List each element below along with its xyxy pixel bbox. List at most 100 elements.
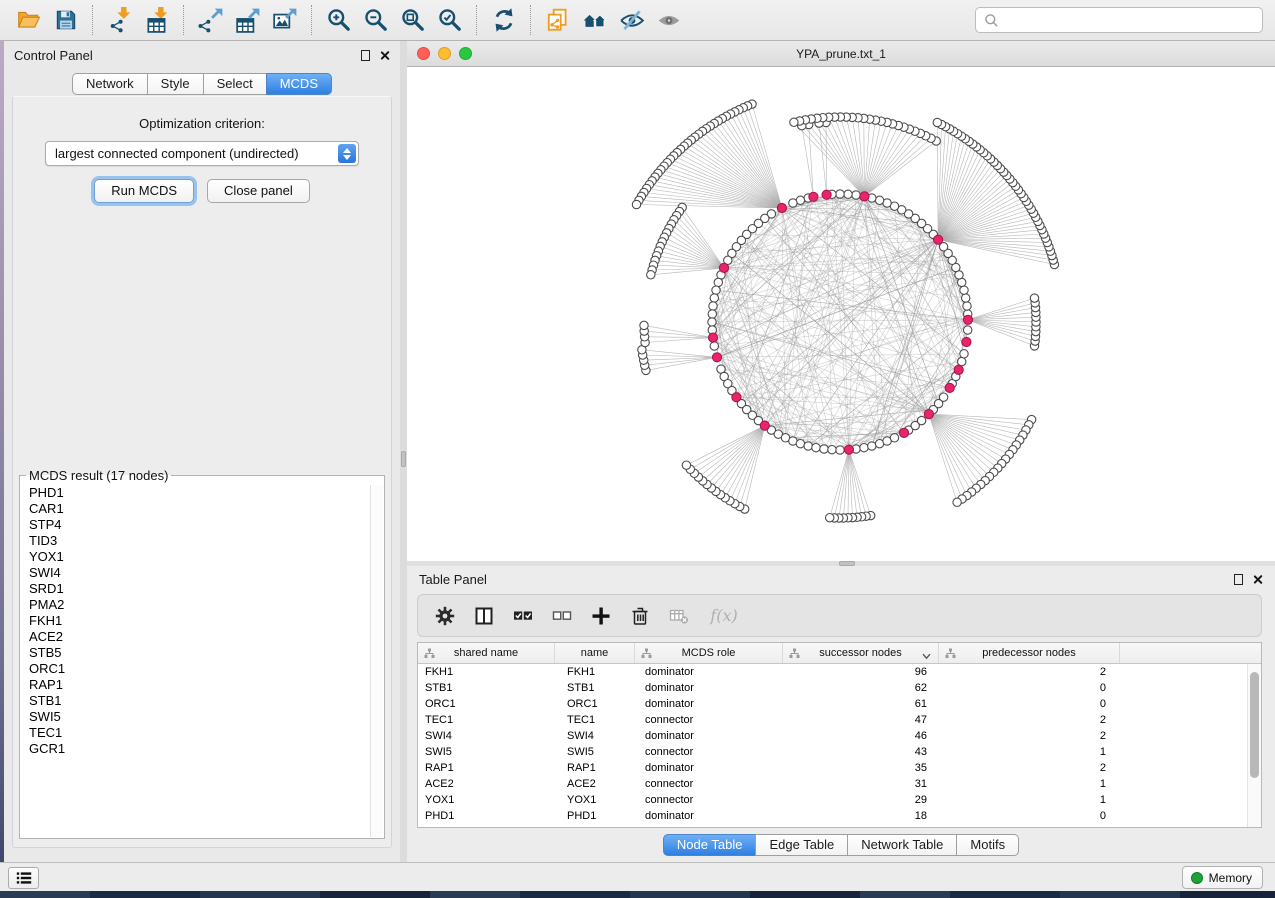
- zoom-out-button[interactable]: [357, 3, 394, 37]
- float-panel-icon[interactable]: [1234, 574, 1243, 585]
- zoom-window-icon[interactable]: [459, 47, 472, 60]
- mcds-node-STB1[interactable]: [777, 203, 786, 212]
- search-box[interactable]: [975, 7, 1263, 33]
- close-panel-icon[interactable]: [1252, 574, 1263, 585]
- mcds-result-item[interactable]: GCR1: [21, 741, 370, 757]
- table-tab-motifs[interactable]: Motifs: [956, 834, 1019, 856]
- tab-select[interactable]: Select: [203, 73, 267, 95]
- mcds-result-item[interactable]: FKH1: [21, 613, 370, 629]
- mcds-list-scrollbar[interactable]: [370, 485, 383, 837]
- mcds-node-PMA2[interactable]: [945, 383, 954, 392]
- mcds-node-YOX1[interactable]: [712, 353, 721, 362]
- mcds-result-item[interactable]: SWI4: [21, 565, 370, 581]
- mcds-result-item[interactable]: RAP1: [21, 677, 370, 693]
- tab-mcds[interactable]: MCDS: [266, 73, 332, 95]
- table-row[interactable]: PHD1PHD1dominator180: [418, 808, 1247, 824]
- export-image-button[interactable]: [266, 3, 303, 37]
- zoom-in-button[interactable]: [320, 3, 357, 37]
- network-canvas[interactable]: [407, 67, 1275, 561]
- search-input[interactable]: [999, 10, 1262, 30]
- table-row[interactable]: SWI4SWI4dominator462: [418, 728, 1247, 744]
- task-history-button[interactable]: [8, 867, 39, 889]
- table-tab-network-table[interactable]: Network Table: [847, 834, 957, 856]
- deselect-all-rows-button[interactable]: [551, 605, 573, 627]
- table-scrollbar-thumb[interactable]: [1250, 672, 1259, 778]
- mcds-result-item[interactable]: STP4: [21, 517, 370, 533]
- mcds-node-TEC1[interactable]: [924, 410, 933, 419]
- houses-button[interactable]: [576, 3, 613, 37]
- table-settings-button[interactable]: [434, 605, 456, 627]
- mcds-node-FKH1[interactable]: [934, 235, 943, 244]
- table-tab-node-table[interactable]: Node Table: [663, 834, 757, 856]
- column-header-shared-name[interactable]: shared name: [418, 643, 555, 663]
- import-network-button[interactable]: [101, 3, 138, 37]
- mcds-node-SRD1[interactable]: [954, 365, 963, 374]
- open-session-button[interactable]: [10, 3, 47, 37]
- column-header-name[interactable]: name: [555, 643, 635, 663]
- refresh-view-button[interactable]: [485, 3, 522, 37]
- mcds-result-item[interactable]: STB5: [21, 645, 370, 661]
- save-session-button[interactable]: [47, 3, 84, 37]
- mcds-result-item[interactable]: PMA2: [21, 597, 370, 613]
- mcds-result-item[interactable]: YOX1: [21, 549, 370, 565]
- optimization-select[interactable]: largest connected component (undirected): [45, 141, 359, 166]
- minimize-window-icon[interactable]: [438, 47, 451, 60]
- mcds-node-ACE2[interactable]: [844, 445, 853, 454]
- mcds-result-item[interactable]: CAR1: [21, 501, 370, 517]
- show-all-button[interactable]: [650, 3, 687, 37]
- mcds-node-CAR1[interactable]: [809, 192, 818, 201]
- delete-column-button[interactable]: [629, 605, 651, 627]
- mcds-node-GCR1[interactable]: [732, 393, 741, 402]
- mcds-node-SWI4[interactable]: [760, 421, 769, 430]
- table-row[interactable]: YOX1YOX1connector291: [418, 792, 1247, 808]
- mcds-node-STB5[interactable]: [899, 428, 908, 437]
- add-column-button[interactable]: [590, 605, 612, 627]
- table-scrollbar[interactable]: [1247, 664, 1261, 827]
- mcds-result-item[interactable]: ACE2: [21, 629, 370, 645]
- table-row[interactable]: TEC1TEC1connector472: [418, 712, 1247, 728]
- mcds-node-RAP1[interactable]: [963, 315, 972, 324]
- mcds-node-PHD1[interactable]: [708, 333, 717, 342]
- close-window-icon[interactable]: [417, 47, 430, 60]
- vertical-splitter[interactable]: [400, 41, 407, 862]
- network-window-titlebar[interactable]: YPA_prune.txt_1: [407, 41, 1275, 67]
- mcds-result-item[interactable]: TEC1: [21, 725, 370, 741]
- mcds-node-ORC1[interactable]: [860, 192, 869, 201]
- table-tab-edge-table[interactable]: Edge Table: [755, 834, 848, 856]
- hide-selected-button[interactable]: [613, 3, 650, 37]
- float-panel-icon[interactable]: [361, 50, 370, 61]
- export-table-button[interactable]: [229, 3, 266, 37]
- mcds-result-item[interactable]: TID3: [21, 533, 370, 549]
- select-all-rows-button[interactable]: [512, 605, 534, 627]
- mcds-result-item[interactable]: SWI5: [21, 709, 370, 725]
- mcds-result-item[interactable]: SRD1: [21, 581, 370, 597]
- export-network-button[interactable]: [192, 3, 229, 37]
- close-panel-button[interactable]: Close panel: [207, 179, 310, 203]
- mcds-result-item[interactable]: STB1: [21, 693, 370, 709]
- table-row[interactable]: FKH1FKH1dominator962: [418, 664, 1247, 680]
- column-header-predecessor-nodes[interactable]: predecessor nodes: [939, 643, 1120, 663]
- column-header-MCDS-role[interactable]: MCDS role: [635, 643, 783, 663]
- table-row[interactable]: ORC1ORC1dominator610: [418, 696, 1247, 712]
- tab-style[interactable]: Style: [147, 73, 204, 95]
- mcds-result-item[interactable]: ORC1: [21, 661, 370, 677]
- splitter-grip[interactable]: [401, 451, 406, 467]
- mcds-node-STP4[interactable]: [822, 190, 831, 199]
- mcds-result-item[interactable]: PHD1: [21, 485, 370, 501]
- new-network-from-selection-button[interactable]: [539, 3, 576, 37]
- import-table-button[interactable]: [138, 3, 175, 37]
- close-panel-icon[interactable]: [379, 50, 390, 61]
- table-row[interactable]: RAP1RAP1dominator352: [418, 760, 1247, 776]
- table-row[interactable]: ACE2ACE2connector311: [418, 776, 1247, 792]
- column-header-successor-nodes[interactable]: successor nodes: [783, 643, 939, 663]
- mcds-node-SWI5[interactable]: [719, 263, 728, 272]
- mcds-node-TID3[interactable]: [962, 337, 971, 346]
- table-row[interactable]: STB1STB1dominator620: [418, 680, 1247, 696]
- memory-button[interactable]: Memory: [1182, 866, 1263, 889]
- run-mcds-button[interactable]: Run MCDS: [94, 179, 194, 203]
- zoom-selected-button[interactable]: [431, 3, 468, 37]
- tab-network[interactable]: Network: [72, 73, 148, 95]
- column-visibility-button[interactable]: [473, 605, 495, 627]
- zoom-fit-button[interactable]: [394, 3, 431, 37]
- table-row[interactable]: SWI5SWI5connector431: [418, 744, 1247, 760]
